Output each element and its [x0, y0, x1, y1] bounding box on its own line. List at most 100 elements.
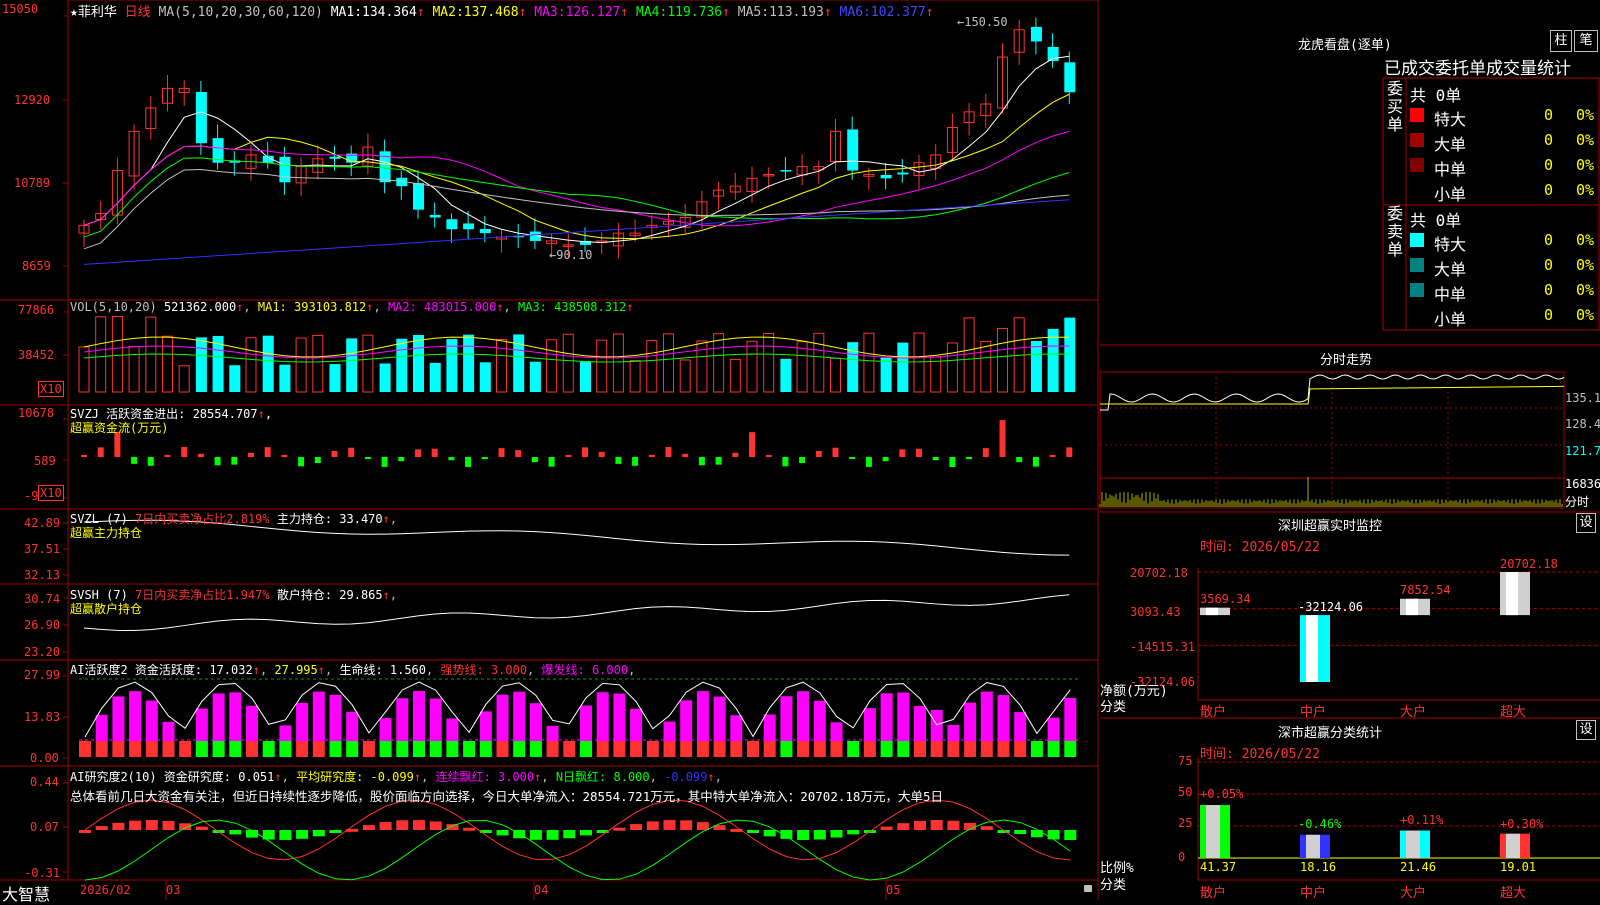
monitor-bar-highlight — [1306, 615, 1318, 682]
chart-canvas[interactable] — [0, 0, 1100, 900]
active-base-bar — [145, 741, 158, 757]
row-label: 小单 — [1434, 185, 1467, 204]
active-base-bar — [997, 741, 1010, 757]
active-bar — [346, 711, 359, 741]
active-bar — [95, 714, 108, 741]
classify-category: 大户 — [1400, 886, 1427, 901]
intraday-ytick: 128.4 — [1565, 417, 1600, 431]
intraday-vol-ytick: 16836 — [1565, 477, 1600, 491]
active-base-bar — [496, 741, 509, 757]
research-bar — [830, 830, 843, 838]
vol-bar — [429, 362, 441, 392]
tab-filled[interactable]: 已成交 — [1384, 59, 1435, 79]
vol-ma1: MA1: 393103.812 — [257, 300, 367, 314]
flow-bar — [1066, 447, 1073, 457]
row-count: 0 — [1544, 156, 1554, 174]
flow-bar — [1032, 457, 1039, 467]
active-base-bar — [429, 741, 442, 757]
flow-bar — [849, 457, 856, 459]
classify-title: 深市超赢分类统计 — [1278, 726, 1383, 741]
svzj-ytick: -9 — [24, 489, 39, 503]
svzl-ytick: 32.13 — [24, 568, 61, 582]
classify-change-label: +0.30% — [1500, 817, 1544, 831]
vol-bar — [897, 342, 909, 392]
intraday-ytick: 135.1 — [1565, 391, 1600, 405]
flow-bar — [131, 457, 138, 464]
stock-title: ★菲利华 日线 MA(5,10,20,30,60,120) MA1:134.36… — [70, 5, 934, 20]
flow-bar — [147, 457, 154, 466]
vol-bar — [312, 334, 324, 393]
legend-swatch — [1410, 158, 1424, 172]
active-bar — [696, 691, 709, 741]
legend-swatch — [1410, 233, 1424, 247]
flow-bar — [598, 451, 605, 457]
active-base-bar — [847, 741, 860, 757]
classify-change-label: +0.05% — [1200, 787, 1244, 801]
vol-bar — [729, 358, 741, 393]
active-base-bar — [813, 741, 826, 757]
period-label[interactable]: 日线 — [125, 5, 151, 20]
active-bar — [914, 706, 926, 741]
xaxis-label: 04 — [534, 883, 549, 897]
candle-down — [446, 219, 458, 230]
ma2-value: 137.468 — [463, 5, 519, 20]
tab-orders[interactable]: 委托单 — [1435, 59, 1486, 79]
svzl-ytick: 42.89 — [24, 516, 61, 530]
tab-volume-stats[interactable]: 成交量统计 — [1486, 59, 1571, 79]
active-base-bar — [396, 741, 409, 757]
active-base-bar — [663, 741, 676, 757]
row-label: 中单 — [1434, 285, 1467, 304]
ma4-value: 119.736 — [667, 5, 723, 20]
active-bar — [112, 696, 125, 741]
flow-bar — [1016, 457, 1023, 463]
flow-bar — [832, 447, 839, 457]
svzj-unit-badge: X10 — [38, 485, 64, 501]
active-bar — [296, 702, 309, 741]
bar-mode-button[interactable]: 柱 — [1550, 30, 1572, 52]
ma4-line — [83, 157, 1070, 238]
row-label: 特大 — [1434, 110, 1467, 129]
active-bar — [713, 696, 726, 741]
active-bar — [947, 725, 960, 741]
vol-bar — [195, 337, 207, 392]
flow-bar — [264, 447, 271, 457]
row-pct: 0% — [1576, 181, 1595, 199]
flow-bar — [615, 457, 622, 464]
research-bar — [379, 822, 392, 830]
vol-ma1-line — [83, 336, 1070, 358]
monitor-value-label: 20702.18 — [1500, 557, 1558, 571]
active-base-bar — [980, 741, 993, 757]
lock-icon[interactable] — [1084, 885, 1092, 892]
xaxis-label: 03 — [166, 883, 181, 897]
svzl-subtitle: 超赢主力持仓 — [70, 526, 143, 540]
buy-side-label: 委买单 — [1386, 79, 1403, 134]
active-bar — [997, 695, 1010, 741]
monitor-bar-highlight — [1206, 607, 1218, 616]
classify-bar-highlight — [1506, 833, 1520, 858]
classify-settings-button[interactable]: 设 — [1576, 720, 1596, 740]
active-base-bar — [162, 741, 175, 757]
active-base-bar — [229, 741, 242, 757]
stock-name: 菲利华 — [77, 5, 117, 20]
research-bar — [797, 830, 810, 840]
research-bar — [763, 830, 776, 837]
price-ytick: 8659 — [22, 259, 51, 273]
vol-bar — [128, 345, 140, 393]
active-bar — [195, 708, 208, 741]
research-bar — [296, 830, 309, 839]
active-base-bar — [646, 741, 659, 757]
row-count: 0 — [1544, 231, 1554, 249]
candle-down — [195, 92, 207, 144]
monitor-settings-button[interactable]: 设 — [1576, 513, 1596, 533]
ma6-value: 102.377 — [870, 5, 926, 20]
active-bar — [580, 705, 592, 741]
candle-down — [413, 183, 424, 210]
flow-bar — [481, 457, 488, 460]
active-bar — [246, 705, 258, 741]
active-base-bar — [312, 741, 325, 757]
vol-bar — [396, 338, 408, 392]
active-bar — [830, 722, 843, 741]
tick-mode-button[interactable]: 笔 — [1574, 30, 1598, 52]
flow-bar — [799, 457, 806, 464]
svzl-ytick: 37.51 — [24, 542, 61, 556]
